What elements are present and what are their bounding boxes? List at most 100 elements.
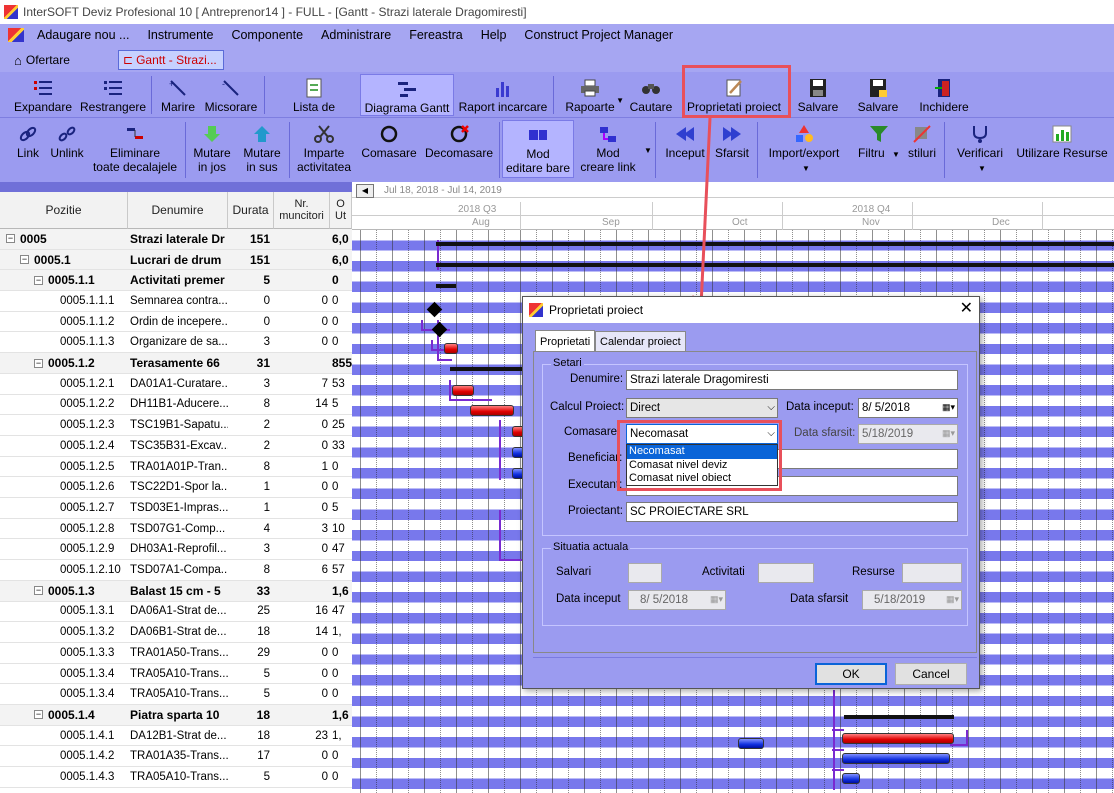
row-denumire[interactable]: TRA05A10-Trans...	[128, 684, 228, 704]
raport-incarcare-button[interactable]: Raport incarcare	[458, 78, 548, 114]
menu-administrare[interactable]: Administrare	[312, 28, 400, 42]
row-nr-muncitori[interactable]: 0	[274, 333, 330, 353]
gantt-task-bar[interactable]	[842, 753, 950, 764]
row-o[interactable]: 0	[330, 312, 352, 332]
row-durata[interactable]: 4	[228, 519, 274, 539]
row-pozitie[interactable]: 0005.1.2.3	[0, 415, 128, 435]
summary-task-row[interactable]: −0005.1.2 Terasamente 66 31 855	[0, 353, 352, 374]
row-denumire[interactable]: DA01A1-Curatare...	[128, 374, 228, 394]
row-o[interactable]: 0	[330, 270, 352, 290]
task-row[interactable]: 0005.1.1.1 Semnarea contra... 0 0 0	[0, 291, 352, 312]
row-denumire[interactable]: TRA01A35-Trans...	[128, 747, 228, 767]
row-nr-muncitori[interactable]: 0	[274, 664, 330, 684]
row-o[interactable]: 5	[330, 395, 352, 415]
ok-button[interactable]: OK	[815, 663, 887, 685]
row-o[interactable]: 1,	[330, 622, 352, 642]
micsorare-button[interactable]: - Micsorare	[203, 78, 259, 114]
row-pozitie[interactable]: 0005.1.2.1	[0, 374, 128, 394]
summary-task-row[interactable]: −0005 Strazi laterale Dr 151 6,0	[0, 229, 352, 250]
collapse-toggle-icon[interactable]: −	[6, 234, 15, 244]
cancel-button[interactable]: Cancel	[895, 663, 967, 685]
row-o[interactable]: 1,6	[330, 581, 352, 601]
row-pozitie[interactable]: 0005.1.1.2	[0, 312, 128, 332]
gantt-summary-bar[interactable]	[844, 715, 954, 719]
task-row[interactable]: 0005.1.2.5 TRA01A01P-Tran... 8 1 0	[0, 457, 352, 478]
task-row[interactable]: 0005.1.2.10 TSD07A1-Compa... 8 6 57	[0, 560, 352, 581]
row-denumire[interactable]: TRA05A10-Trans...	[128, 664, 228, 684]
calcul-proiect-select[interactable]: Direct ⌵	[626, 398, 778, 418]
scroll-left-icon[interactable]: ◀	[356, 184, 374, 198]
marire-button[interactable]: + Marire	[158, 78, 198, 114]
gantt-task-bar[interactable]	[842, 773, 860, 784]
row-durata[interactable]: 5	[228, 767, 274, 787]
row-pozitie[interactable]: 0005.1.4.3	[0, 767, 128, 787]
mutare-jos-button[interactable]: Mutare in jos	[190, 124, 234, 174]
diagrama-gantt-button[interactable]: Diagrama Gantt	[360, 74, 454, 116]
row-nr-muncitori[interactable]	[274, 250, 330, 270]
row-durata[interactable]: 2	[228, 415, 274, 435]
row-nr-muncitori[interactable]: 0	[274, 684, 330, 704]
gantt-summary-bar[interactable]	[436, 263, 1114, 267]
comasare-button[interactable]: Comasare	[360, 124, 418, 160]
stiluri-button[interactable]: stiluri	[904, 124, 940, 160]
gantt-task-bar[interactable]	[444, 343, 458, 354]
row-pozitie[interactable]: 0005.1.2.8	[0, 519, 128, 539]
gantt-task-bar[interactable]	[842, 733, 954, 744]
tab-gantt[interactable]: ⊏ Gantt - Strazi...	[118, 50, 224, 70]
row-pozitie[interactable]: −0005.1.4	[0, 705, 128, 725]
row-durata[interactable]: 8	[228, 560, 274, 580]
row-durata[interactable]: 17	[228, 747, 274, 767]
row-pozitie[interactable]: 0005.1.2.9	[0, 540, 128, 560]
menu-app-icon[interactable]	[8, 28, 24, 42]
rapoarte-button[interactable]: Rapoarte ▼	[558, 78, 624, 114]
inchidere-button[interactable]: Inchidere	[916, 78, 972, 114]
row-durata[interactable]: 2	[228, 436, 274, 456]
row-durata[interactable]: 151	[228, 229, 274, 249]
restrangere-button[interactable]: Restrangere	[80, 78, 146, 114]
row-denumire[interactable]: Ordin de incepere...	[128, 312, 228, 332]
row-nr-muncitori[interactable]: 0	[274, 291, 330, 311]
dropdown-arrow-icon[interactable]: ▼	[644, 146, 652, 155]
menu-instrumente[interactable]: Instrumente	[138, 28, 222, 42]
summary-task-row[interactable]: −0005.1 Lucrari de drum 151 6,0	[0, 249, 352, 271]
row-o[interactable]: 0	[330, 747, 352, 767]
row-pozitie[interactable]: −0005.1.2	[0, 353, 128, 373]
row-pozitie[interactable]: 0005.1.3.4	[0, 664, 128, 684]
col-header-durata[interactable]: Durata	[228, 192, 274, 229]
denumire-field[interactable]: Strazi laterale Dragomiresti	[626, 370, 958, 390]
task-row[interactable]: 0005.1.1.3 Organizare de sa... 3 0 0	[0, 333, 352, 354]
row-durata[interactable]: 29	[228, 643, 274, 663]
row-o[interactable]: 10	[330, 519, 352, 539]
row-durata[interactable]: 5	[228, 684, 274, 704]
row-o[interactable]: 47	[330, 602, 352, 622]
row-nr-muncitori[interactable]: 0	[274, 643, 330, 663]
task-row[interactable]: 0005.1.3.4 TRA05A10-Trans... 5 0 0	[0, 684, 352, 706]
row-nr-muncitori[interactable]: 0	[274, 767, 330, 787]
row-o[interactable]: 0	[330, 477, 352, 497]
row-durata[interactable]: 18	[228, 622, 274, 642]
row-o[interactable]: 1,6	[330, 705, 352, 725]
task-row[interactable]: 0005.1.2.7 TSD03E1-Impras... 1 0 5	[0, 498, 352, 519]
row-durata[interactable]: 5	[228, 270, 274, 290]
row-denumire[interactable]: DA06A1-Strat de...	[128, 602, 228, 622]
collapse-toggle-icon[interactable]: −	[34, 586, 43, 596]
row-denumire[interactable]: DH11B1-Aducere...	[128, 395, 228, 415]
row-denumire[interactable]: Terasamente 66	[128, 353, 228, 373]
row-denumire[interactable]: TSC19B1-Sapatu...	[128, 415, 228, 435]
summary-task-row[interactable]: −0005.1.1 Activitati premer 5 0	[0, 270, 352, 292]
row-o[interactable]: 0	[330, 457, 352, 477]
row-denumire[interactable]: Organizare de sa...	[128, 333, 228, 353]
cautare-button[interactable]: Cautare	[628, 78, 674, 114]
collapse-toggle-icon[interactable]: −	[34, 358, 43, 368]
task-row[interactable]: 0005.1.2.2 DH11B1-Aducere... 8 14 5	[0, 395, 352, 416]
tab-proprietati[interactable]: Proprietati	[535, 330, 596, 352]
row-pozitie[interactable]: 0005.1.3.2	[0, 622, 128, 642]
task-row[interactable]: 0005.1.3.1 DA06A1-Strat de... 25 16 47	[0, 602, 352, 623]
row-pozitie[interactable]: 0005.1.4.1	[0, 726, 128, 746]
row-nr-muncitori[interactable]: 3	[274, 519, 330, 539]
row-o[interactable]: 0	[330, 333, 352, 353]
row-durata[interactable]: 1	[228, 477, 274, 497]
gantt-summary-bar[interactable]	[436, 242, 1114, 246]
row-o[interactable]: 53	[330, 374, 352, 394]
collapse-toggle-icon[interactable]: −	[34, 275, 43, 285]
